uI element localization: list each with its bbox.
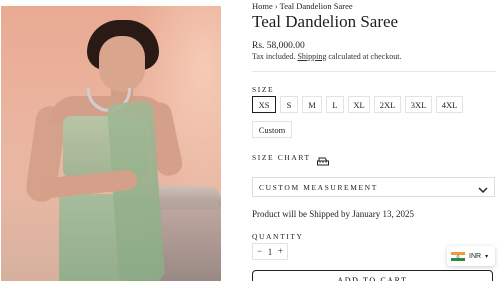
divider <box>252 71 496 72</box>
caret-down-icon: ▾ <box>485 253 489 260</box>
breadcrumb-home[interactable]: Home <box>252 1 273 11</box>
quantity-decrease-button[interactable]: − <box>257 247 262 256</box>
size-option-4xl[interactable]: 4XL <box>436 96 463 113</box>
size-option-custom[interactable]: Custom <box>252 121 292 138</box>
quantity-stepper: − 1 + <box>252 243 288 260</box>
chevron-down-icon <box>478 182 488 193</box>
size-option-s[interactable]: S <box>280 96 298 113</box>
size-option-l[interactable]: L <box>326 96 344 113</box>
shipping-link[interactable]: Shipping <box>297 52 326 61</box>
currency-code: INR <box>469 252 482 260</box>
size-option-m[interactable]: M <box>302 96 322 113</box>
product-price: Rs. 58,000.00 <box>252 41 305 51</box>
quantity-value[interactable]: 1 <box>268 247 273 257</box>
product-info: Home › Teal Dandelion Saree Teal Dandelion… <box>252 0 498 281</box>
quantity-increase-button[interactable]: + <box>278 247 283 256</box>
custom-measurement-label: CUSTOM MEASUREMENT <box>259 182 378 192</box>
size-option-3xl[interactable]: 3XL <box>405 96 432 113</box>
product-title: Teal Dandelion Saree <box>252 12 399 31</box>
tax-note: Tax included. Shipping calculated at che… <box>252 52 401 61</box>
add-to-cart-button[interactable]: ADD TO CART <box>252 270 493 281</box>
india-flag-icon <box>451 251 465 261</box>
size-option-xs[interactable]: XS <box>252 96 276 113</box>
custom-measurement-dropdown[interactable]: CUSTOM MEASUREMENT <box>252 177 495 197</box>
ruler-icon <box>316 153 329 166</box>
size-chart-link[interactable]: SIZE CHART <box>252 153 329 166</box>
breadcrumb: Home › Teal Dandelion Saree <box>252 1 353 11</box>
size-option-xl[interactable]: XL <box>348 96 370 113</box>
breadcrumb-current: Teal Dandelion Saree <box>279 1 353 11</box>
shipping-date-note: Product will be Shipped by January 13, 2… <box>252 209 414 219</box>
breadcrumb-separator: › <box>274 1 278 11</box>
tax-prefix: Tax included. <box>252 52 296 61</box>
product-image[interactable] <box>1 6 221 281</box>
model-face <box>99 36 145 92</box>
tax-suffix: calculated at checkout. <box>328 52 402 61</box>
size-label: SIZE <box>252 85 275 94</box>
size-option-2xl[interactable]: 2XL <box>374 96 401 113</box>
currency-selector[interactable]: INR ▾ <box>447 246 495 266</box>
quantity-label: QUANTITY <box>252 232 304 241</box>
size-chart-label: SIZE CHART <box>252 153 311 162</box>
